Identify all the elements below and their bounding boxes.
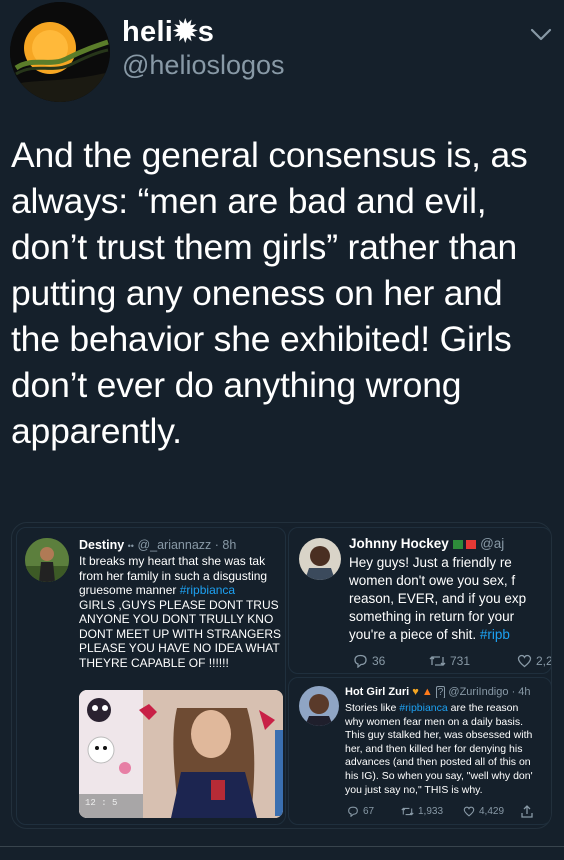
- text-line: are the reason: [447, 702, 519, 714]
- like-action[interactable]: 4,429: [463, 806, 504, 817]
- reply-icon: [348, 806, 358, 817]
- clock-overlay: 12 : 5: [85, 798, 118, 808]
- reply-action[interactable]: 36: [353, 654, 385, 668]
- retweet-icon: [429, 656, 446, 666]
- text-line: his IG). So when you say, "well why don': [345, 769, 533, 782]
- author-name: Destiny: [79, 538, 125, 552]
- tweet-photo[interactable]: 12 : 5: [79, 690, 283, 818]
- like-count: 2,2: [536, 654, 552, 668]
- author-handle: @ZuriIndigo: [448, 686, 509, 698]
- text-line: her, and then killed her for denying his: [345, 742, 523, 755]
- reply-count: 67: [363, 806, 375, 817]
- share-icon: [521, 805, 533, 818]
- hashtag-link[interactable]: #ripb: [480, 627, 510, 642]
- text-line: THEYRE CAPABLE OF !!!!!!: [79, 655, 229, 670]
- reply-count: 36: [372, 654, 386, 668]
- retweet-action[interactable]: 1,933: [401, 806, 443, 817]
- hashtag-link[interactable]: #ripbianca: [399, 702, 447, 714]
- text-line: from her family in such a disgusting: [79, 568, 268, 583]
- person-photo-icon: [299, 686, 339, 726]
- avatar: [299, 686, 339, 726]
- heart-icon: [463, 806, 475, 817]
- embedded-tweet-johnny: Johnny Hockey @aj Hey guys! Just a frien…: [288, 527, 552, 674]
- hashtag-link[interactable]: #ripbianca: [180, 583, 235, 597]
- author-name: Hot Girl Zuri: [345, 686, 410, 698]
- avatar: [299, 538, 341, 580]
- text-line: This guy stalked her, was obsessed with: [345, 729, 533, 742]
- flag-icon: [452, 539, 463, 549]
- fire-icon: ▲: [421, 686, 433, 698]
- share-action[interactable]: [521, 805, 533, 818]
- text-line: something in return for your: [349, 609, 515, 624]
- emoji-icon: ♥: [412, 686, 419, 698]
- text-line: Hey guys! Just a friendly re: [349, 555, 512, 570]
- text-line: advances (and then posted all of this on: [345, 756, 531, 769]
- text-line: gruesome manner: [79, 583, 180, 597]
- divider: [0, 846, 564, 847]
- username-handle[interactable]: @helioslogos: [122, 50, 285, 81]
- text-line: women don't owe you sex, f: [349, 573, 516, 588]
- text-line: Stories like: [345, 702, 400, 714]
- heart-icon: [517, 654, 532, 668]
- retweet-icon: [401, 807, 414, 816]
- tweet-header: heli✹s @helioslogos: [0, 0, 564, 110]
- author-handle: @_ariannazz: [137, 538, 212, 552]
- reply-icon: [354, 654, 367, 668]
- tweet-text: And the general consensus is, as always:…: [11, 135, 528, 451]
- retweet-count: 731: [450, 654, 471, 668]
- text-line: PLEASE YOU HAVE NO IDEA WHAT: [79, 641, 280, 655]
- author-handle: @aj: [480, 536, 505, 551]
- flag-icon: [466, 539, 477, 549]
- tweet-body: Stories like #ripbianca are the reason w…: [345, 702, 549, 797]
- sun-dragon-logo-icon: [10, 2, 110, 102]
- display-name[interactable]: heli✹s: [122, 14, 214, 49]
- profile-avatar[interactable]: [10, 2, 110, 102]
- attached-image[interactable]: Destiny •• @_ariannazz · 8h It breaks my…: [11, 522, 552, 829]
- text-line: you just say no," THIS is why.: [345, 783, 483, 796]
- text-line: It breaks my heart that she was tak: [79, 554, 266, 568]
- text-line: reason, EVER, and if you exp: [349, 591, 527, 606]
- like-action[interactable]: 2,2: [517, 654, 552, 668]
- text-line: GIRLS ,GUYS PLEASE DONT TRUS: [79, 597, 279, 612]
- emoji-icon: ••: [127, 541, 134, 551]
- text-line: why women fear men on a daily basis.: [345, 715, 524, 728]
- person-photo-icon: [25, 538, 69, 582]
- chevron-down-icon[interactable]: [528, 24, 554, 44]
- reply-action[interactable]: 67: [347, 806, 374, 817]
- timestamp: · 4h: [511, 686, 531, 698]
- retweet-action[interactable]: 731: [429, 654, 470, 668]
- text-line: you're a piece of shit.: [349, 627, 480, 642]
- avatar: [25, 538, 69, 582]
- text-line: DONT MEET UP WITH STRANGERS: [79, 626, 282, 641]
- tweet-body: Hey guys! Just a friendly re women don't…: [349, 554, 549, 644]
- text-line: ANYONE YOU DONT TRULLY KNO: [79, 612, 274, 626]
- timestamp: · 8h: [214, 538, 237, 552]
- author-name: Johnny Hockey: [349, 536, 449, 551]
- like-count: 4,429: [479, 806, 505, 817]
- embedded-tweet-destiny: Destiny •• @_ariannazz · 8h It breaks my…: [16, 527, 286, 825]
- question-icon: ?: [435, 686, 446, 698]
- person-photo-icon: [299, 538, 341, 580]
- tweet-body: It breaks my heart that she was tak from…: [79, 554, 283, 670]
- retweet-count: 1,933: [418, 806, 444, 817]
- embedded-tweet-zuri: Hot Girl Zuri ♥ ▲ ? @ZuriIndigo · 4h Sto…: [288, 677, 551, 825]
